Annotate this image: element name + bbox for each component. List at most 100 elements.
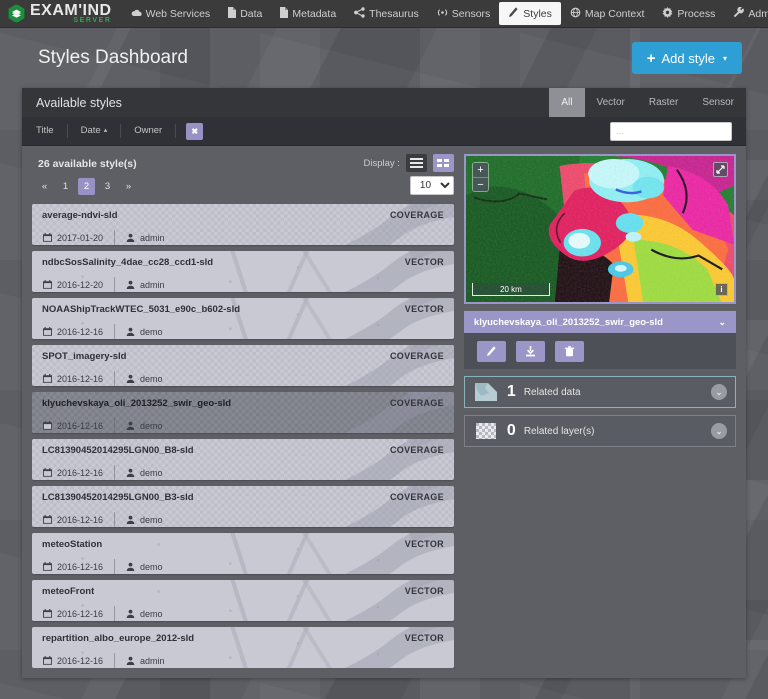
style-owner-value: demo <box>140 609 163 619</box>
related-layers-row[interactable]: 0 Related layer(s) ⌄ <box>464 415 736 447</box>
pagination-prev[interactable]: « <box>36 178 53 195</box>
style-title: SPOT_imagery-sld <box>42 351 126 362</box>
edit-style-button[interactable] <box>477 341 506 362</box>
pagination-next[interactable]: » <box>120 178 137 195</box>
filter-tab-raster[interactable]: Raster <box>637 88 690 117</box>
top-navbar: EXAM'IND SERVER Web Services Data Metada… <box>0 0 768 28</box>
calendar-icon <box>43 562 52 571</box>
delete-style-button[interactable] <box>555 341 584 362</box>
nav-item-metadata[interactable]: Metadata <box>271 0 345 27</box>
map-zoom-in-button[interactable]: + <box>473 163 488 177</box>
style-date-value: 2016-12-20 <box>57 280 103 290</box>
display-grid-view-button[interactable] <box>433 154 454 172</box>
user-icon <box>126 468 135 477</box>
card-meta: 2016-12-16 demo <box>32 602 454 621</box>
brand-logo[interactable]: EXAM'IND SERVER <box>0 0 122 27</box>
pagination-page-3[interactable]: 3 <box>99 178 116 195</box>
card-meta: 2016-12-16 demo <box>32 320 454 339</box>
style-date-value: 2016-12-16 <box>57 609 103 619</box>
sensor-icon <box>437 7 448 21</box>
related-data-row[interactable]: 1 Related data ⌄ <box>464 376 736 408</box>
layer-thumb-icon <box>473 420 499 442</box>
download-style-button[interactable] <box>516 341 545 362</box>
style-date-value: 2016-12-16 <box>57 468 103 478</box>
style-owner: demo <box>114 324 174 339</box>
nav-item-sensors[interactable]: Sensors <box>428 0 500 27</box>
page-title: Styles Dashboard <box>38 47 632 69</box>
sort-by-date[interactable]: Date ▴ <box>68 124 122 138</box>
clear-filters-button[interactable]: ✖ <box>186 123 203 140</box>
nav-item-map-context[interactable]: Map Context <box>561 0 654 27</box>
style-owner-value: admin <box>140 233 165 243</box>
style-owner-value: demo <box>140 374 163 384</box>
style-date-value: 2016-12-16 <box>57 327 103 337</box>
style-list-item[interactable]: LC81390452014295LGN00_B3-sldCOVERAGE2016… <box>32 486 454 527</box>
nav-label: Styles <box>523 8 552 20</box>
sort-date-label: Date <box>81 124 101 138</box>
card-meta: 2016-12-20admin <box>32 273 454 292</box>
calendar-icon <box>43 233 52 242</box>
add-style-label: Add style <box>662 51 715 66</box>
nav-item-data[interactable]: Data <box>219 0 271 27</box>
display-controls: Display : 10 <box>363 154 453 195</box>
search-input[interactable] <box>610 122 732 141</box>
style-list-item[interactable]: meteoStationVECTOR2016-12-16demo <box>32 533 454 574</box>
wrench-icon <box>733 7 744 21</box>
sort-owner-label: Owner <box>134 124 162 138</box>
user-icon <box>126 609 135 618</box>
chevron-down-icon: ⌄ <box>718 317 726 328</box>
map-zoom-out-button[interactable]: − <box>473 177 488 191</box>
style-date: 2016-12-16 <box>32 324 114 339</box>
style-owner: admin <box>114 230 176 245</box>
style-type-badge: COVERAGE <box>390 492 444 502</box>
style-date: 2016-12-16 <box>32 371 114 386</box>
style-list-item[interactable]: LC81390452014295LGN00_B8-sldCOVERAGE2016… <box>32 439 454 480</box>
pagination-page-2[interactable]: 2 <box>78 178 95 195</box>
pagination-page-1[interactable]: 1 <box>57 178 74 195</box>
calendar-icon <box>43 609 52 618</box>
panel-body: 26 available style(s) Display : 10 <box>22 146 746 678</box>
card-header: ndbcSosSalinity_4dae_cc28_ccd1-sldVECTOR <box>32 251 454 273</box>
style-title: klyuchevskaya_oli_2013252_swir_geo-sld <box>42 398 231 409</box>
user-icon <box>126 515 135 524</box>
nav-item-process[interactable]: Process <box>653 0 724 27</box>
calendar-icon <box>43 327 52 336</box>
filter-tabs: All Vector Raster Sensor <box>549 88 746 117</box>
style-date: 2016-12-16 <box>32 653 114 668</box>
display-list-view-button[interactable] <box>406 154 427 172</box>
per-page-select[interactable]: 10 <box>410 176 454 195</box>
list-toolbar: 26 available style(s) Display : 10 <box>32 154 454 204</box>
style-list-item[interactable]: SPOT_imagery-sldCOVERAGE2016-12-16demo <box>32 345 454 386</box>
trash-icon <box>564 346 575 357</box>
user-icon <box>126 421 135 430</box>
nav-item-administration[interactable]: Administration <box>724 0 768 27</box>
style-owner-value: demo <box>140 562 163 572</box>
style-date: 2016-12-16 <box>32 606 114 621</box>
sort-by-owner[interactable]: Owner <box>121 124 176 138</box>
style-list-item[interactable]: NOAAShipTrackWTEC_5031_e90c_b602-sldVECT… <box>32 298 454 339</box>
style-date-value: 2017-01-20 <box>57 233 103 243</box>
nav-item-styles[interactable]: Styles <box>499 2 561 25</box>
sort-by-title[interactable]: Title <box>36 124 68 138</box>
style-list-item[interactable]: ndbcSosSalinity_4dae_cc28_ccd1-sldVECTOR… <box>32 251 454 292</box>
nav-item-thesaurus[interactable]: Thesaurus <box>345 0 428 27</box>
card-header: NOAAShipTrackWTEC_5031_e90c_b602-sldVECT… <box>32 298 454 320</box>
style-list-item[interactable]: meteoFrontVECTOR2016-12-16demo <box>32 580 454 621</box>
styles-count: 26 available style(s) <box>32 154 137 170</box>
style-owner: demo <box>114 512 174 527</box>
selected-style-header[interactable]: klyuchevskaya_oli_2013252_swir_geo-sld ⌄ <box>464 311 736 333</box>
filter-tab-all[interactable]: All <box>549 88 584 117</box>
card-header: klyuchevskaya_oli_2013252_swir_geo-sldCO… <box>32 392 454 414</box>
style-list-item[interactable]: repartition_albo_europe_2012-sldVECTOR20… <box>32 627 454 668</box>
add-style-button[interactable]: + Add style ▾ <box>632 42 742 74</box>
filter-tab-vector[interactable]: Vector <box>585 88 637 117</box>
style-list-item[interactable]: average-ndvi-sldCOVERAGE2017-01-20admin <box>32 204 454 245</box>
style-title: ndbcSosSalinity_4dae_cc28_ccd1-sld <box>42 257 213 268</box>
map-expand-button[interactable] <box>713 162 728 177</box>
map-preview[interactable]: + − 20 km i <box>464 154 736 304</box>
map-info-button[interactable]: i <box>715 283 728 296</box>
style-list-item[interactable]: klyuchevskaya_oli_2013252_swir_geo-sldCO… <box>32 392 454 433</box>
filter-tab-sensor[interactable]: Sensor <box>690 88 746 117</box>
nav-item-web-services[interactable]: Web Services <box>122 0 220 27</box>
related-data-count: 1 <box>507 384 516 400</box>
